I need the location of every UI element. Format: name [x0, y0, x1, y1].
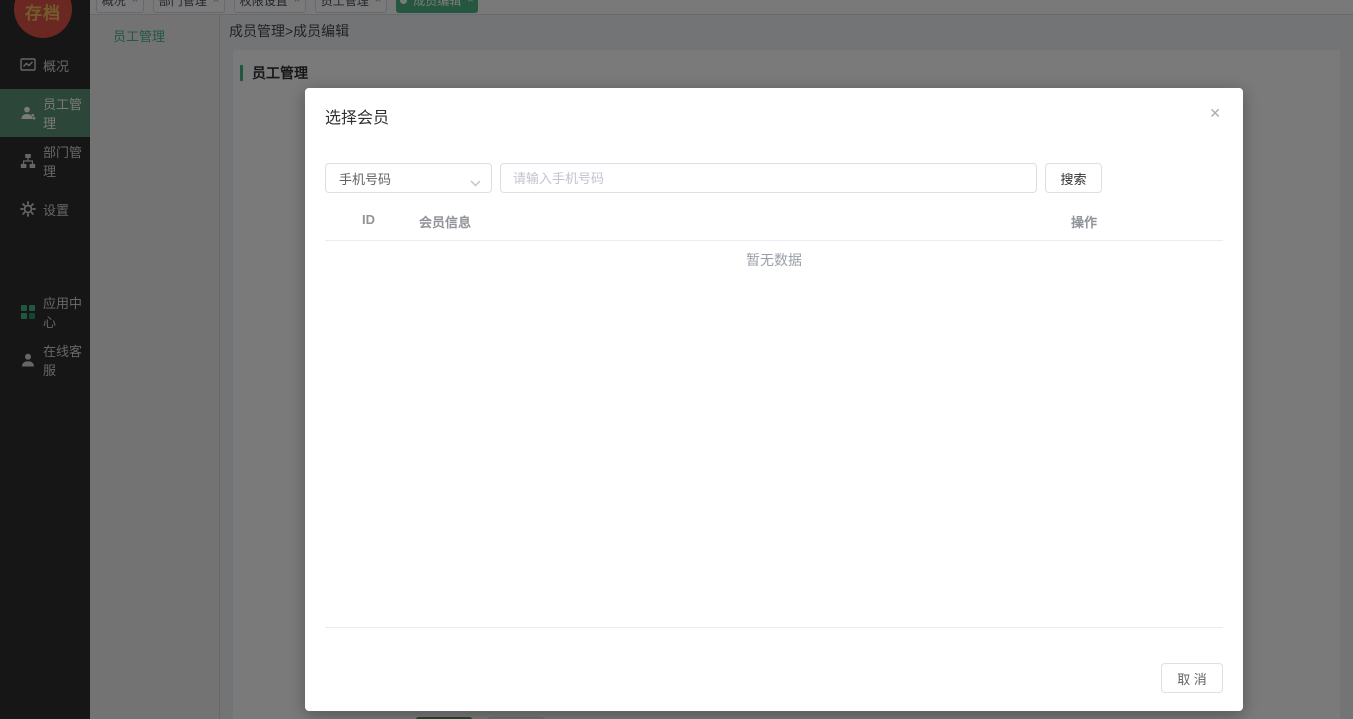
table-header: ID 会员信息 操作: [325, 198, 1223, 241]
chevron-down-icon: [470, 175, 481, 190]
column-header-actions: 操作: [1071, 215, 1098, 230]
modal-title: 选择会员: [325, 110, 390, 127]
search-type-select[interactable]: 手机号码: [325, 163, 492, 193]
column-header-info: 会员信息: [419, 215, 472, 230]
search-button[interactable]: 搜索: [1045, 163, 1102, 193]
search-type-value: 手机号码: [339, 171, 392, 187]
close-icon[interactable]: ✕: [1207, 104, 1223, 122]
modal-search-row: 手机号码 搜索: [325, 163, 1102, 193]
empty-state-text: 暂无数据: [746, 252, 802, 268]
phone-search-input[interactable]: [500, 163, 1037, 193]
column-header-id: ID: [362, 212, 375, 227]
app-root: 存档 概况 员工管理 部门管理 设置: [0, 0, 1353, 719]
table-bottom-divider: [325, 627, 1223, 628]
cancel-button[interactable]: 取 消: [1161, 663, 1223, 693]
select-member-modal: 选择会员 ✕ 手机号码 搜索 ID 会员信息 操作 暂无数据 取 消: [305, 88, 1243, 711]
